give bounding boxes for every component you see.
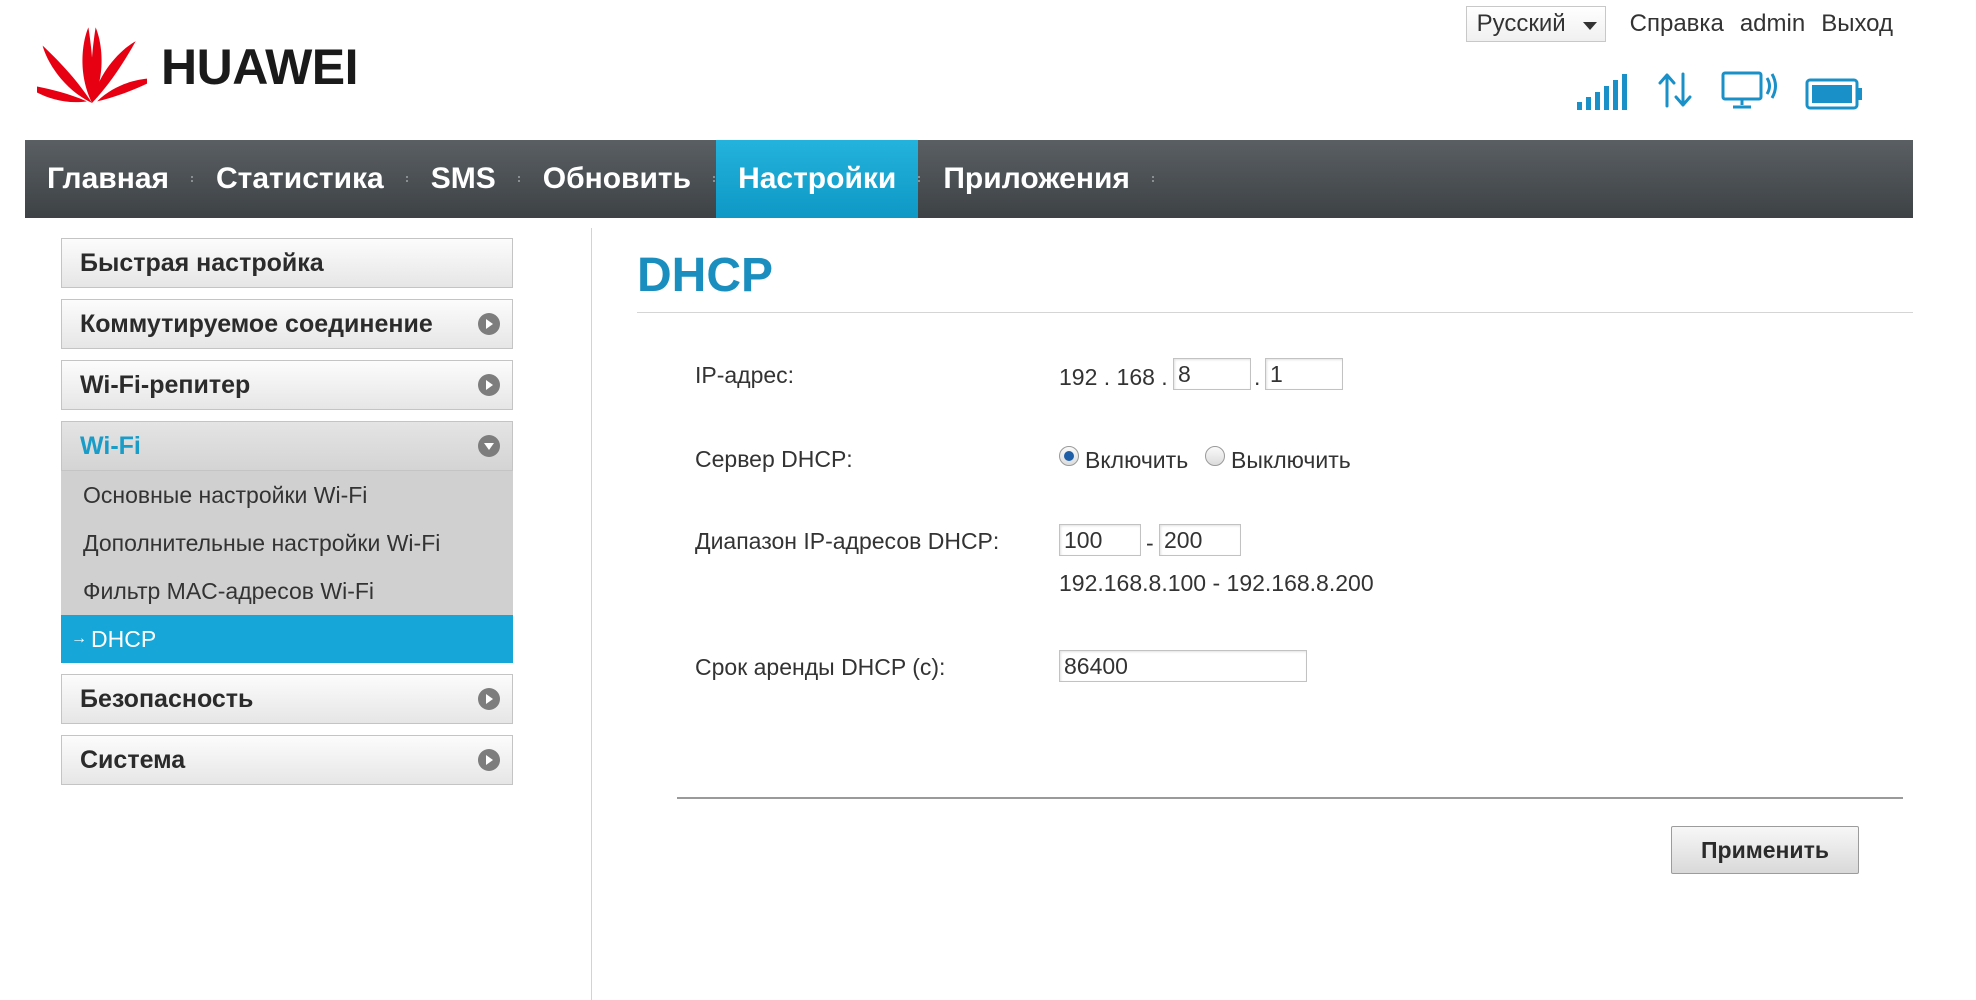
help-link[interactable]: Справка: [1630, 10, 1724, 38]
expand-arrow-icon: [478, 749, 500, 771]
nav-separator: [1151, 176, 1155, 182]
user-name: admin: [1739, 10, 1806, 37]
dhcp-range-end-input[interactable]: [1159, 524, 1241, 556]
dhcp-range-label: Диапазон IP-адресов DHCP:: [695, 528, 1000, 554]
submenu-item-wifi-advanced[interactable]: Дополнительные настройки Wi-Fi: [61, 519, 513, 567]
sidebar-item-quick-setup[interactable]: Быстрая настройка: [61, 238, 513, 288]
sidebar-item-wifi-repeater[interactable]: Wi-Fi-репитер: [61, 360, 513, 410]
language-value: Русский: [1476, 10, 1566, 37]
dhcp-enable-label[interactable]: Включить: [1085, 447, 1188, 474]
top-links: Русский Справка admin Выход: [1465, 6, 1901, 42]
signal-strength-icon: [1577, 74, 1627, 110]
logout-link[interactable]: Выход: [1821, 10, 1893, 38]
apply-button[interactable]: Применить: [1671, 826, 1859, 874]
sidebar-item-label: Безопасность: [80, 684, 254, 713]
dhcp-disable-radio[interactable]: [1205, 446, 1225, 466]
ip-separator: .: [1254, 364, 1261, 390]
submenu-item-dhcp[interactable]: → DHCP: [61, 615, 513, 663]
battery-icon: [1805, 78, 1862, 110]
main-nav: Главная Статистика SMS Обновить Настройк…: [25, 140, 1913, 218]
sidebar-item-system[interactable]: Система: [61, 735, 513, 785]
ip-octet3-input[interactable]: [1173, 358, 1251, 390]
expand-arrow-icon: [478, 374, 500, 396]
ip-address-label: IP-адрес:: [695, 362, 795, 388]
expand-arrow-icon: [478, 688, 500, 710]
nav-sms[interactable]: SMS: [409, 140, 518, 218]
title-divider: [637, 312, 1913, 313]
lease-time-input[interactable]: [1059, 650, 1307, 682]
nav-settings[interactable]: Настройки: [716, 140, 919, 218]
sidebar-item-label: Коммутируемое соединение: [80, 309, 433, 338]
sidebar-item-security[interactable]: Безопасность: [61, 674, 513, 724]
dhcp-range-separator: -: [1146, 530, 1154, 556]
settings-sidebar: Быстрая настройка Коммутируемое соединен…: [61, 238, 513, 796]
dhcp-server-label: Сервер DHCP:: [695, 446, 853, 472]
expand-arrow-icon: [478, 313, 500, 335]
sidebar-item-label: Wi-Fi: [80, 431, 141, 460]
nav-statistics[interactable]: Статистика: [194, 140, 406, 218]
sidebar-item-wifi[interactable]: Wi-Fi: [61, 421, 513, 471]
content-divider: [591, 228, 592, 1000]
current-arrow-icon: →: [71, 630, 87, 647]
sidebar-item-dialup[interactable]: Коммутируемое соединение: [61, 299, 513, 349]
data-transfer-icon: [1658, 72, 1692, 108]
sidebar-item-label: Wi-Fi-репитер: [80, 370, 251, 399]
submenu-item-mac-filter[interactable]: Фильтр MAC-адресов Wi-Fi: [61, 567, 513, 615]
huawei-logo: HUAWEI: [37, 22, 359, 112]
dhcp-range-hint: 192.168.8.100 - 192.168.8.200: [1059, 570, 1374, 596]
ip-fixed-octets: 192 . 168 .: [1059, 364, 1168, 390]
dhcp-enable-radio[interactable]: [1059, 446, 1079, 466]
submenu-item-label: DHCP: [91, 625, 157, 652]
nav-applications[interactable]: Приложения: [921, 140, 1152, 218]
form-divider: [677, 797, 1903, 799]
connected-device-icon: [1721, 71, 1777, 109]
language-select[interactable]: Русский: [1465, 6, 1606, 42]
dhcp-range-start-input[interactable]: [1059, 524, 1141, 556]
dhcp-disable-label[interactable]: Выключить: [1231, 447, 1351, 474]
sidebar-item-label: Быстрая настройка: [80, 248, 324, 277]
wifi-submenu: Основные настройки Wi-Fi Дополнительные …: [61, 471, 513, 663]
dropdown-arrow-icon: [1582, 22, 1597, 30]
huawei-petal-icon: [37, 27, 147, 103]
sidebar-item-label: Система: [80, 745, 186, 774]
lease-time-label: Срок аренды DHCP (с):: [695, 654, 946, 680]
status-icons: [1577, 70, 1863, 110]
submenu-item-wifi-basic[interactable]: Основные настройки Wi-Fi: [61, 471, 513, 519]
router-admin-page: HUAWEI Русский Справка admin Выход Главн…: [25, 0, 1913, 1000]
nav-home[interactable]: Главная: [25, 140, 191, 218]
nav-update[interactable]: Обновить: [521, 140, 713, 218]
collapse-arrow-icon: [478, 435, 500, 457]
ip-octet4-input[interactable]: [1265, 358, 1343, 390]
page-title: DHCP: [637, 249, 774, 302]
brand-name: HUAWEI: [161, 39, 359, 95]
